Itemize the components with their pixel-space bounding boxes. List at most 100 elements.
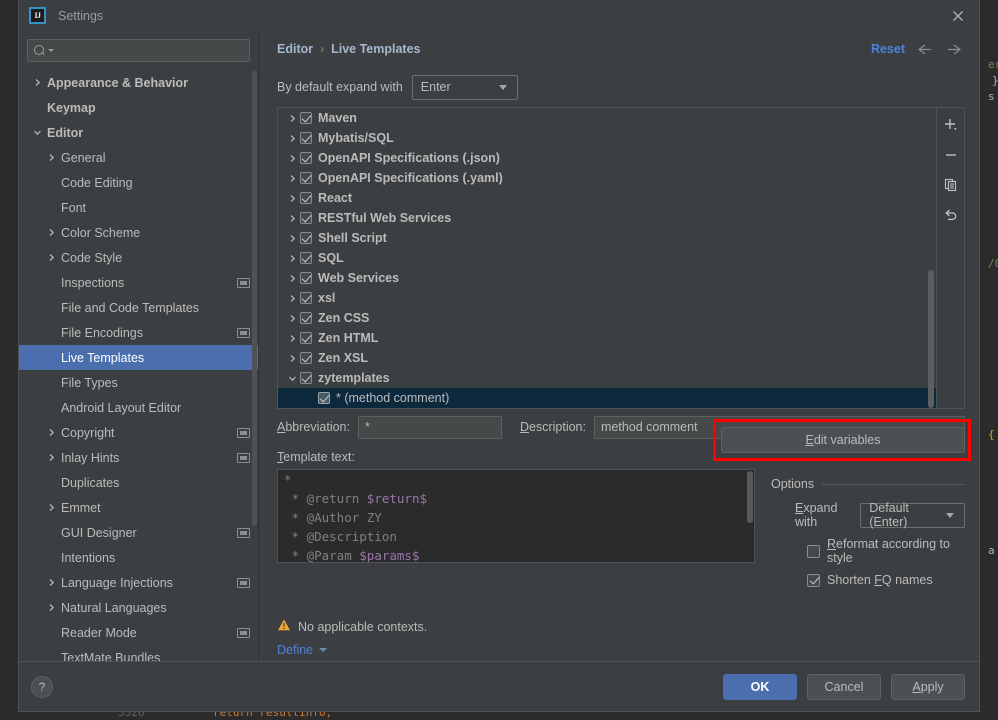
template-list-row[interactable]: * (method comment) [278,388,936,408]
chevron-right-icon[interactable] [284,114,300,123]
chevron-right-icon[interactable] [47,153,61,162]
sidebar-item-copyright[interactable]: Copyright [19,420,258,445]
sidebar-item-duplicates[interactable]: Duplicates [19,470,258,495]
shorten-fq-option-row[interactable]: Shorten FQ names [771,573,965,587]
template-checkbox[interactable] [300,112,312,124]
help-button[interactable]: ? [31,675,53,698]
sidebar-item-code-editing[interactable]: Code Editing [19,170,258,195]
template-list-row[interactable]: Zen HTML [278,328,936,348]
template-checkbox[interactable] [300,192,312,204]
sidebar-scrollbar[interactable] [252,71,257,526]
cancel-button[interactable]: Cancel [807,673,881,700]
template-checkbox[interactable] [300,232,312,244]
template-checkbox[interactable] [300,272,312,284]
chevron-right-icon[interactable] [284,234,300,243]
copy-icon[interactable] [941,175,961,195]
sidebar-item-font[interactable]: Font [19,195,258,220]
search-box[interactable] [27,39,250,62]
close-icon[interactable] [949,7,967,25]
template-checkbox[interactable] [300,292,312,304]
template-list-row[interactable]: RESTful Web Services [278,208,936,228]
edit-variables-button[interactable]: Edit variables [721,427,965,453]
chevron-right-icon[interactable] [47,453,61,462]
arrow-right-icon[interactable] [943,38,965,60]
sidebar-item-language-injections[interactable]: Language Injections [19,570,258,595]
template-list-row[interactable]: Zen CSS [278,308,936,328]
remove-icon[interactable] [941,145,961,165]
sidebar-item-keymap[interactable]: Keymap [19,95,258,120]
template-editor-scrollbar[interactable] [747,471,753,523]
sidebar-item-textmate-bundles[interactable]: TextMate Bundles [19,645,258,662]
reformat-option-row[interactable]: Reformat according to style [771,537,965,565]
template-list-row[interactable]: OpenAPI Specifications (.json) [278,148,936,168]
sidebar-item-natural-languages[interactable]: Natural Languages [19,595,258,620]
search-input[interactable] [54,43,243,58]
apply-button[interactable]: Apply [891,673,965,700]
sidebar-item-reader-mode[interactable]: Reader Mode [19,620,258,645]
sidebar-item-code-style[interactable]: Code Style [19,245,258,270]
chevron-down-icon[interactable] [33,128,47,137]
template-checkbox[interactable] [300,252,312,264]
breadcrumb-item-editor[interactable]: Editor [277,42,313,56]
chevron-right-icon[interactable] [47,253,61,262]
chevron-right-icon[interactable] [284,334,300,343]
chevron-right-icon[interactable] [47,603,61,612]
chevron-right-icon[interactable] [47,428,61,437]
template-list-row[interactable]: Zen XSL [278,348,936,368]
template-checkbox[interactable] [300,152,312,164]
sidebar-item-inspections[interactable]: Inspections [19,270,258,295]
sidebar-item-live-templates[interactable]: Live Templates [19,345,258,370]
template-list-row[interactable]: zytemplates [278,368,936,388]
sidebar-item-editor[interactable]: Editor [19,120,258,145]
reformat-checkbox[interactable] [807,544,820,558]
chevron-right-icon[interactable] [284,254,300,263]
revert-icon[interactable] [941,205,961,225]
template-checkbox[interactable] [300,372,312,384]
template-list-scrollbar[interactable] [927,108,936,408]
template-list-row[interactable]: xsl [278,288,936,308]
template-checkbox[interactable] [300,312,312,324]
chevron-right-icon[interactable] [284,294,300,303]
template-checkbox[interactable] [300,212,312,224]
sidebar-item-intentions[interactable]: Intentions [19,545,258,570]
shorten-fq-checkbox[interactable] [807,573,820,587]
sidebar-item-file-types[interactable]: File Types [19,370,258,395]
template-list-row[interactable]: Web Services [278,268,936,288]
expand-with-combobox[interactable]: Default (Enter) [860,501,965,529]
sidebar-item-general[interactable]: General [19,145,258,170]
ok-button[interactable]: OK [723,673,797,700]
chevron-right-icon[interactable] [284,314,300,323]
arrow-left-icon[interactable] [913,38,935,60]
chevron-right-icon[interactable] [47,503,61,512]
sidebar-item-appearance-behavior[interactable]: Appearance & Behavior [19,70,258,95]
template-list-row[interactable]: OpenAPI Specifications (.yaml) [278,168,936,188]
template-list-row[interactable]: SQL [278,248,936,268]
template-checkbox[interactable] [300,352,312,364]
define-link[interactable]: Define [277,643,313,657]
template-checkbox[interactable] [300,172,312,184]
chevron-right-icon[interactable] [284,194,300,203]
template-list-row[interactable]: React [278,188,936,208]
sidebar-item-file-and-code-templates[interactable]: File and Code Templates [19,295,258,320]
add-icon[interactable] [941,115,961,135]
sidebar-item-inlay-hints[interactable]: Inlay Hints [19,445,258,470]
template-list-scroll-thumb[interactable] [928,270,934,408]
template-checkbox[interactable] [300,332,312,344]
sidebar-item-file-encodings[interactable]: File Encodings [19,320,258,345]
reset-link[interactable]: Reset [871,42,905,56]
chevron-right-icon[interactable] [284,214,300,223]
template-text-editor[interactable]: * * @return $return$ * @Author ZY * @Des… [277,469,755,563]
default-expand-combobox[interactable]: Enter [411,74,518,100]
sidebar-item-android-layout-editor[interactable]: Android Layout Editor [19,395,258,420]
template-checkbox[interactable] [318,392,330,404]
chevron-right-icon[interactable] [284,134,300,143]
chevron-right-icon[interactable] [47,578,61,587]
template-list[interactable]: Maven Mybatis/SQL OpenAPI Specifications (… [277,107,937,409]
chevron-right-icon[interactable] [47,228,61,237]
sidebar-item-color-scheme[interactable]: Color Scheme [19,220,258,245]
chevron-right-icon[interactable] [284,274,300,283]
chevron-right-icon[interactable] [284,354,300,363]
template-list-row[interactable]: Shell Script [278,228,936,248]
abbreviation-input[interactable] [357,415,502,439]
chevron-down-icon[interactable] [319,648,328,652]
